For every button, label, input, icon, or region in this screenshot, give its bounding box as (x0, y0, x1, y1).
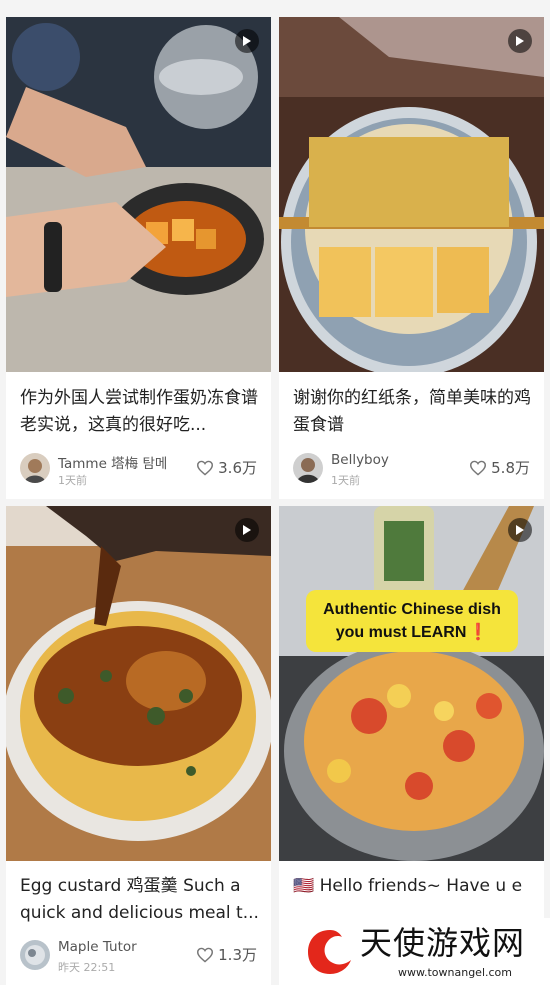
exclamation-icon: ❗ (468, 624, 489, 641)
brand-logo-icon (308, 930, 351, 974)
video-thumbnail[interactable]: Authentic Chinese dish you must LEARN ❗ (279, 506, 544, 861)
video-thumbnail[interactable] (279, 17, 544, 372)
post-time: 1天前 (58, 474, 87, 487)
thumbnail-image (279, 506, 544, 861)
like-button[interactable]: 3.6万 (196, 457, 257, 478)
author-name[interactable]: Tamme 塔梅 탐메 (58, 452, 167, 472)
card-title[interactable]: 🇺🇸 Hello friends~ Have u e (293, 873, 532, 900)
thumbnail-image (6, 17, 271, 372)
video-thumbnail[interactable] (6, 17, 271, 372)
card-title[interactable]: 作为外国人尝试制作蛋奶冻食谱 老实说，这真的很好吃... (20, 385, 259, 439)
like-count: 1.3万 (218, 946, 257, 964)
author-name[interactable]: Maple Tutor (58, 939, 137, 955)
overlay-text: Authentic Chinese dish (323, 601, 501, 618)
avatar[interactable] (20, 453, 50, 483)
play-icon[interactable] (235, 518, 259, 542)
author-name[interactable]: Bellyboy (331, 452, 389, 468)
play-icon[interactable] (235, 29, 259, 53)
thumbnail-image (279, 17, 544, 372)
play-icon[interactable] (508, 518, 532, 542)
card-title[interactable]: Egg custard 鸡蛋羹 Such a quick and delicio… (20, 873, 259, 927)
watermark-url: www.townangel.com (398, 966, 512, 979)
feed-card[interactable]: Egg custard 鸡蛋羹 Such a quick and delicio… (6, 506, 271, 985)
heart-outline-icon (197, 460, 214, 476)
post-time: 昨天 22:51 (58, 961, 116, 974)
like-count: 3.6万 (218, 459, 257, 477)
watermark-logo: 天使游戏网 www.townangel.com (298, 918, 550, 985)
video-thumbnail[interactable] (6, 506, 271, 861)
feed-card[interactable]: Authentic Chinese dish you must LEARN ❗ … (279, 506, 544, 985)
overlay-text: you must LEARN (335, 624, 467, 641)
heart-outline-icon (470, 460, 487, 476)
thumbnail-image (6, 506, 271, 861)
watermark-title: 天使游戏网 (360, 924, 526, 962)
avatar[interactable] (20, 940, 50, 970)
like-button[interactable]: 5.8万 (469, 457, 530, 478)
like-button[interactable]: 1.3万 (196, 944, 257, 965)
card-title[interactable]: 谢谢你的红纸条，简单美味的鸡蛋食谱 (293, 385, 532, 439)
post-time: 1天前 (331, 474, 360, 487)
play-icon[interactable] (508, 29, 532, 53)
feed-card[interactable]: 谢谢你的红纸条，简单美味的鸡蛋食谱 Bellyboy 1天前 5.8万 (279, 17, 544, 499)
overlay-banner: Authentic Chinese dish you must LEARN ❗ (306, 590, 518, 652)
heart-outline-icon (197, 947, 214, 963)
feed-card[interactable]: 作为外国人尝试制作蛋奶冻食谱 老实说，这真的很好吃... Tamme 塔梅 탐메… (6, 17, 271, 499)
avatar[interactable] (293, 453, 323, 483)
like-count: 5.8万 (491, 459, 530, 477)
